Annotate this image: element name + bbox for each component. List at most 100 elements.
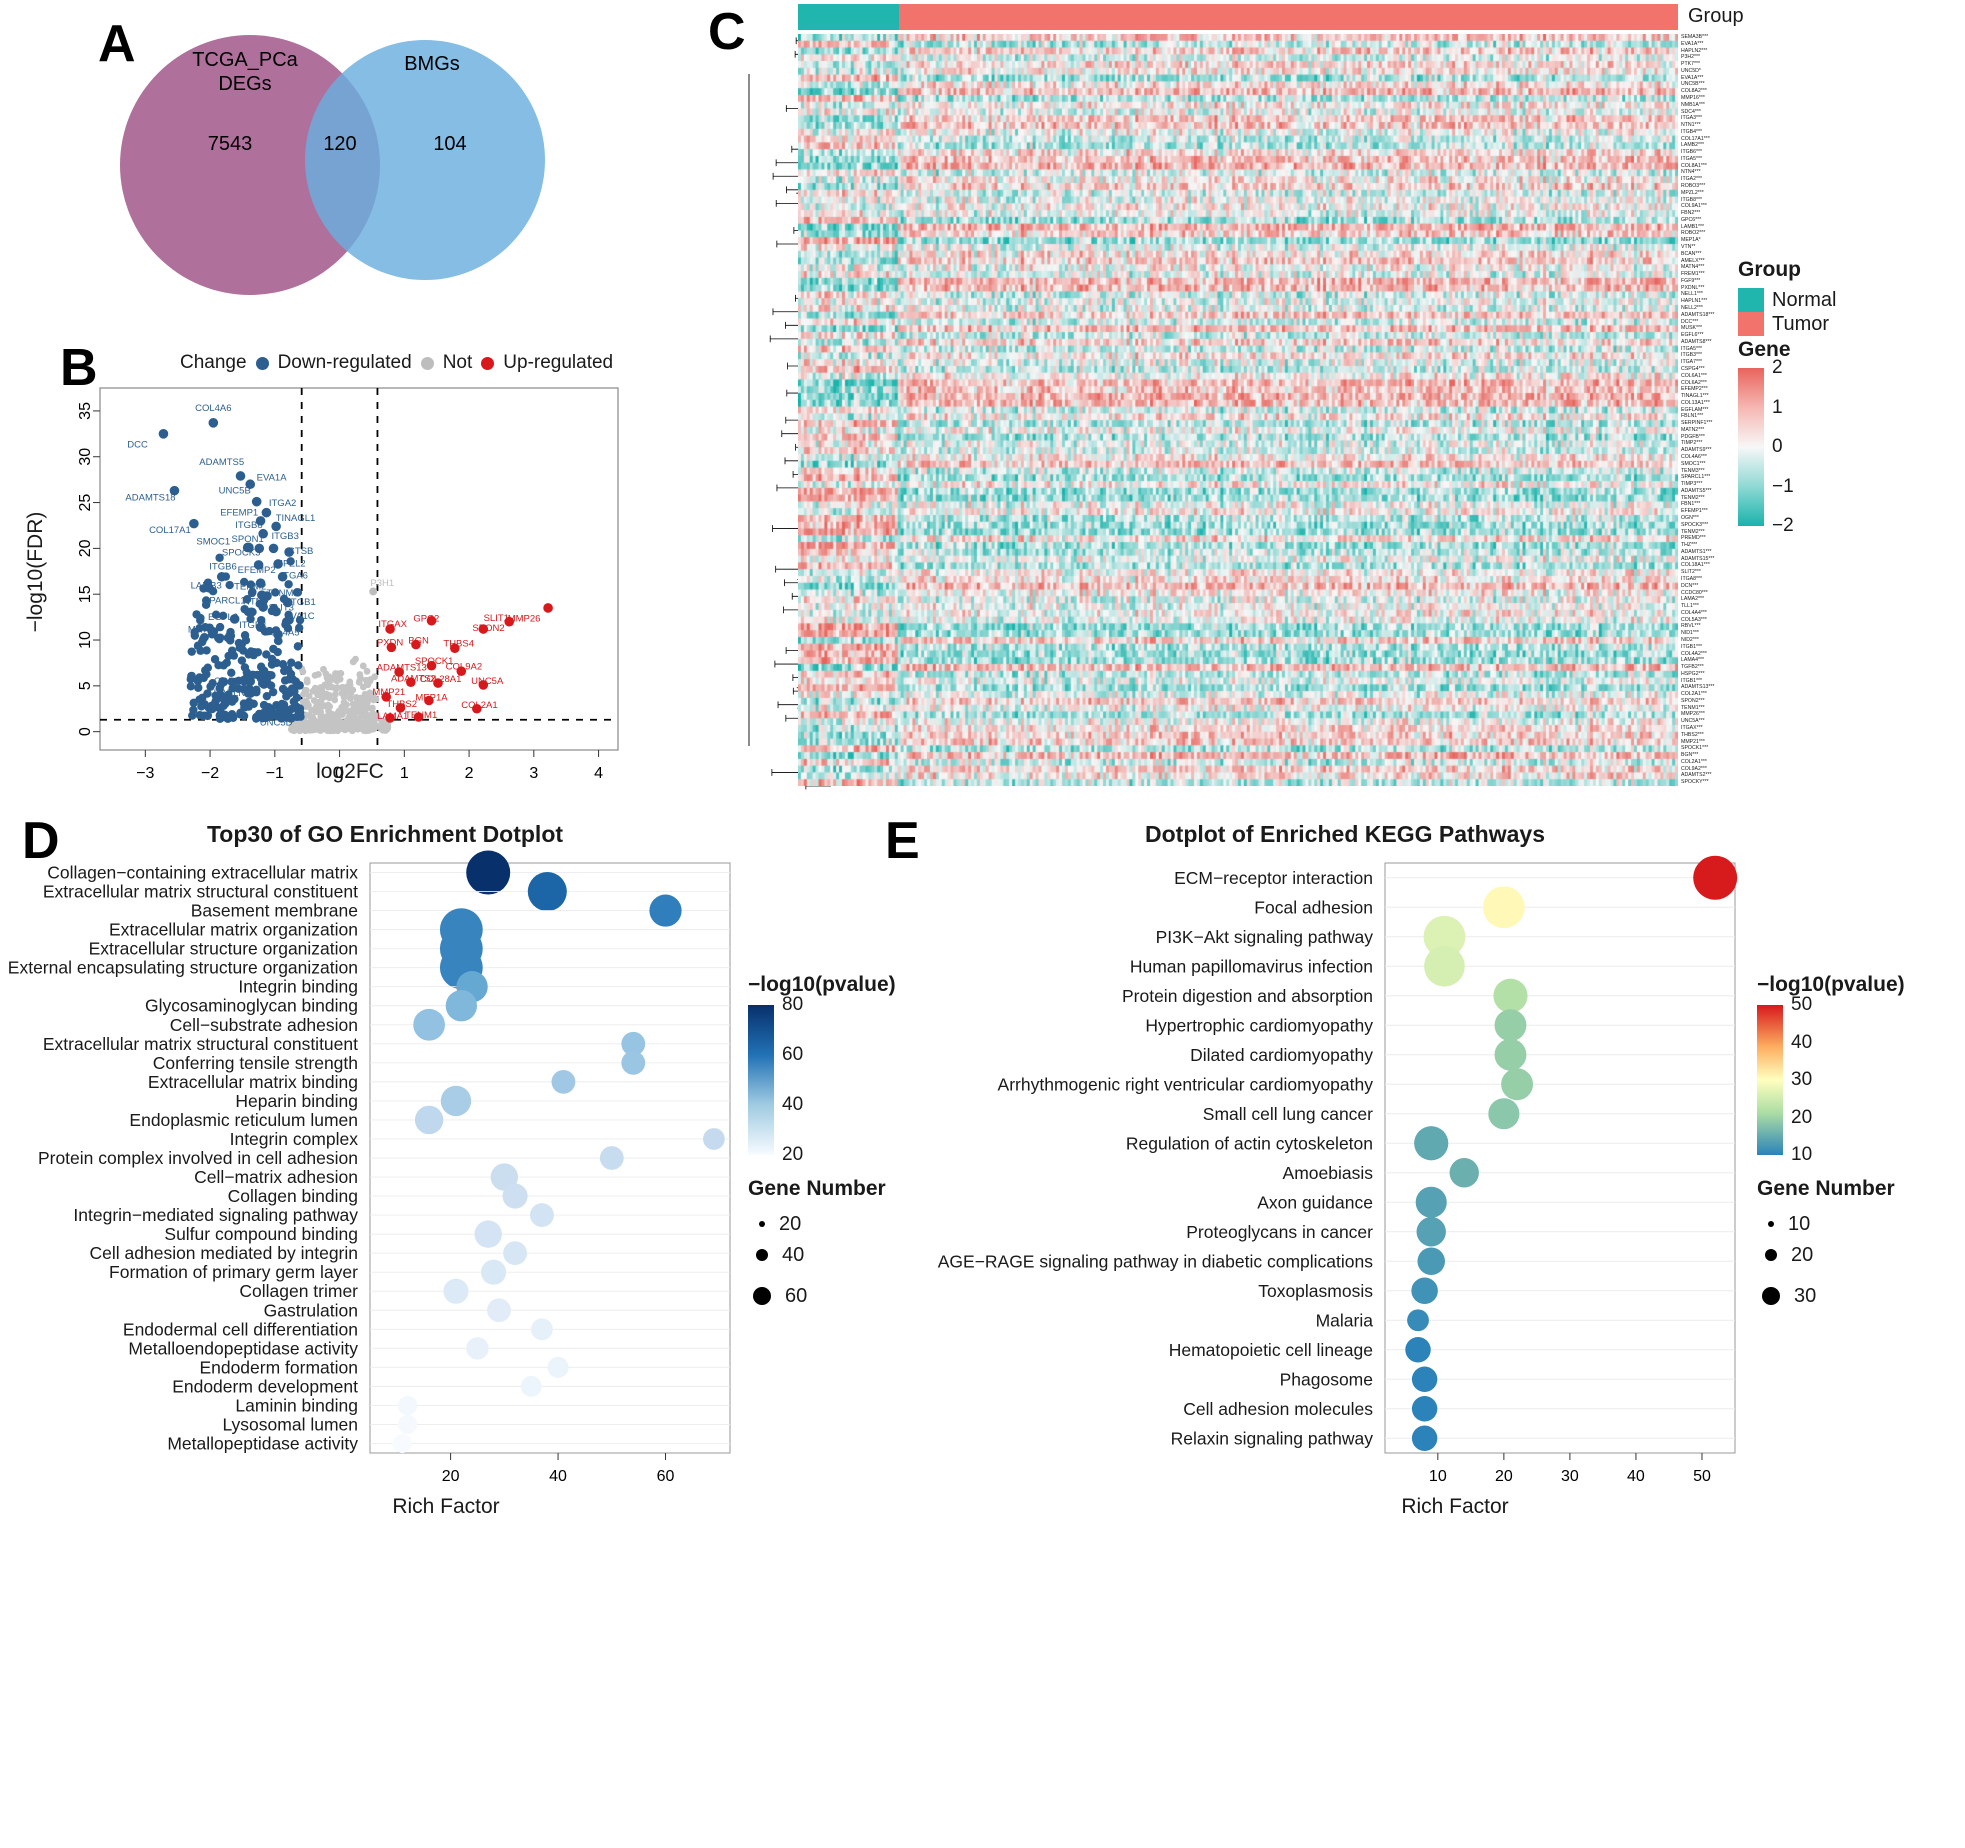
heatmap-row-label: THZ*** — [1681, 542, 1698, 549]
legend-dot-up — [481, 356, 495, 370]
dotplot-point — [527, 872, 567, 912]
heatmap-row-label: SLIT2*** — [1681, 569, 1701, 576]
volcano-point-label: MATN4 — [188, 625, 220, 636]
gene-legend-tick: −2 — [1772, 515, 1794, 536]
volcano-point — [244, 650, 253, 659]
go-size-legend-title: Gene Number — [748, 1177, 886, 1200]
panel-e-title: Dotplot of Enriched KEGG Pathways — [1145, 821, 1545, 847]
volcano-point — [293, 642, 303, 651]
heatmap-row-label: ITGA5*** — [1681, 155, 1703, 162]
dotplot-point — [1449, 1158, 1479, 1188]
y-tick-label: 25 — [77, 494, 94, 512]
volcano-point — [346, 694, 354, 702]
volcano-point — [220, 710, 230, 719]
group-annotation-label: Group — [1688, 5, 1744, 27]
volcano-point — [330, 673, 338, 681]
volcano-point — [356, 708, 363, 715]
dotplot-category-label: ECM−receptor interaction — [1174, 868, 1373, 888]
volcano-point — [219, 701, 228, 710]
dotplot-category-label: Endoderm formation — [199, 1357, 358, 1377]
go-size-legend: Gene Number 20 40 60 — [748, 1177, 886, 1319]
heatmap-row-label: MMP16*** — [1681, 94, 1705, 101]
heatmap-row-label: TINAGL1*** — [1681, 393, 1709, 400]
dotplot-category-label: Cell−matrix adhesion — [194, 1167, 358, 1187]
dotplot-point — [466, 850, 511, 895]
heatmap-row-label: VTN** — [1681, 244, 1696, 251]
volcano-point-label: HAPLN1 — [214, 688, 251, 699]
kegg-color-legend: −log10(pvalue) 50 40 30 20 10 — [1757, 973, 1905, 1165]
volcano-point-label: EFEMP2 — [238, 565, 276, 576]
heatmap-row-label: OGN*** — [1681, 515, 1699, 521]
volcano-point-label: UNC5B — [219, 485, 251, 496]
heatmap-row-label: EFEMP1*** — [1681, 508, 1708, 515]
kegg-size-legend-item: 10 — [1757, 1211, 1895, 1237]
panel-d: D Top30 of GO Enrichment Dotplot Collage… — [0, 805, 905, 1848]
volcano-point — [260, 666, 269, 675]
go-size-legend-label: 20 — [779, 1212, 802, 1235]
legend-dot-down — [255, 356, 269, 370]
dotplot-point — [466, 1337, 489, 1360]
volcano-point-label: TENM1 — [405, 710, 437, 721]
heatmap-row-label: ADAMTS18*** — [1681, 311, 1715, 318]
volcano-point-label: ADAMTS2 — [391, 673, 436, 684]
heatmap-row-label: MUSK*** — [1681, 325, 1703, 332]
heatmap-row-label: SPOCK1*** — [1681, 745, 1709, 752]
heatmap-row-label: UNC5A*** — [1681, 718, 1705, 725]
dotplot-point — [443, 1278, 469, 1304]
go-size-legend-dot — [759, 1221, 765, 1227]
volcano-legend-title: Change — [180, 352, 247, 373]
heatmap-row-label: NMB1A*** — [1681, 101, 1705, 108]
dotplot-category-label: Cell−substrate adhesion — [170, 1015, 358, 1035]
volcano-point-label: PXDN — [377, 638, 404, 649]
heatmap-row-label: MPZL2*** — [1681, 189, 1704, 196]
volcano-point-label: ITGA6 — [281, 571, 308, 582]
heatmap-row-label: NELL2*** — [1681, 304, 1703, 311]
dotplot-point — [392, 1433, 412, 1454]
dotplot-point — [398, 1414, 418, 1435]
y-tick-label: 0 — [77, 727, 94, 736]
dotplot-category-label: Phagosome — [1280, 1369, 1373, 1389]
volcano-point-label: EGFL6 — [208, 612, 238, 623]
volcano-point — [349, 710, 357, 718]
go-color-legend-tick: 60 — [782, 1044, 804, 1065]
heatmap-row-label: PXDNL*** — [1681, 284, 1705, 291]
dotplot-category-label: Protein digestion and absorption — [1122, 986, 1373, 1006]
heatmap-row-label: ITGA5*** — [1681, 345, 1703, 352]
heatmap-row-label: COL5A3*** — [1681, 616, 1707, 623]
group-legend-label-normal: Normal — [1772, 288, 1837, 311]
heatmap-row-label: FREM1*** — [1681, 271, 1705, 278]
dotplot-category-label: Arrhythmogenic right ventricular cardiom… — [998, 1074, 1374, 1094]
heatmap-row-label: ITGAX*** — [1681, 725, 1703, 732]
heatmap-row-label: COL4A4*** — [1681, 609, 1707, 616]
kegg-size-legend-label: 20 — [1791, 1243, 1814, 1266]
dotplot-category-label: Endoplasmic reticulum lumen — [129, 1110, 358, 1130]
volcano-xlabel: log2FC — [316, 760, 384, 783]
legend-dot-not — [420, 356, 434, 370]
panel-c: C Group SEMA3B*** EVA1A*** HAPLN2*** P3H2**… — [700, 0, 1965, 800]
dotplot-point — [621, 1050, 646, 1075]
panel-e: E Dotplot of Enriched KEGG Pathways ECM−… — [885, 805, 1965, 1848]
dotplot-point — [520, 1375, 542, 1397]
heatmap-row-label: COL9A2*** — [1681, 765, 1707, 772]
volcano-point — [200, 711, 209, 720]
dotplot-point — [413, 1008, 445, 1041]
volcano-point — [325, 715, 333, 723]
dotplot-category-label: External encapsulating structure organiz… — [8, 958, 358, 978]
panel-c-letter: C — [708, 3, 746, 61]
volcano-point-label: COL4A6 — [195, 403, 231, 414]
volcano-point-label: EVA1A — [257, 473, 288, 484]
dotplot-category-label: Amoebiasis — [1283, 1163, 1374, 1183]
volcano-point-label: COL9A1 — [214, 676, 250, 687]
volcano-point — [336, 675, 344, 683]
dotplot-point — [649, 894, 682, 927]
heatmap-row-label: GPC6*** — [1681, 216, 1702, 223]
volcano-point — [303, 678, 311, 686]
volcano-point — [314, 691, 322, 699]
dotplot-category-label: Relaxin signaling pathway — [1171, 1428, 1374, 1448]
heatmap-row-label: EVA1A*** — [1681, 40, 1704, 47]
volcano-point — [235, 471, 246, 481]
heatmap-row-label: ITGA3*** — [1681, 115, 1703, 122]
heatmap-row-label: CSPG4*** — [1681, 365, 1705, 372]
heatmap-row-label: HAPLN2*** — [1681, 47, 1708, 54]
volcano-point-label: THBS4 — [443, 638, 474, 649]
